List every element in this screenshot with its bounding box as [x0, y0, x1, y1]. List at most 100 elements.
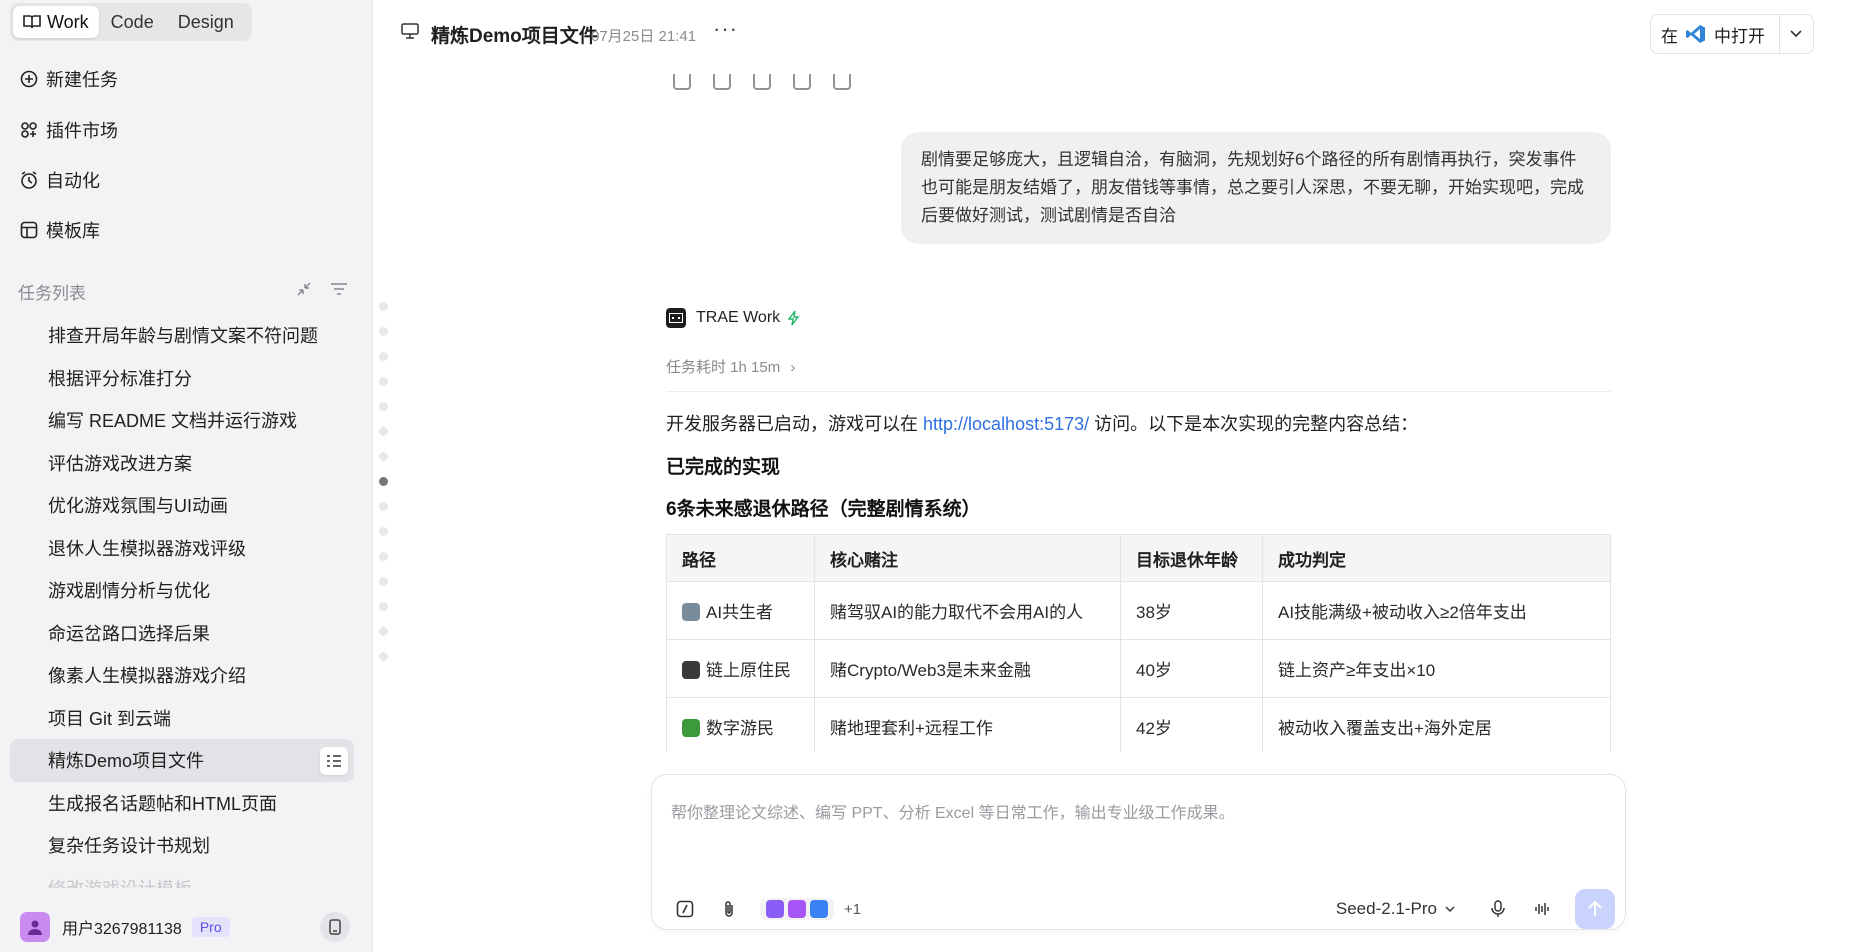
new-task-icon — [18, 68, 40, 90]
timeline-dot[interactable] — [379, 427, 388, 436]
retry-icon[interactable] — [833, 74, 851, 90]
chevron-down-icon[interactable] — [1790, 30, 1802, 38]
pin-icon[interactable] — [713, 74, 731, 90]
task-list-item[interactable]: 命运岔路口选择后果 — [10, 612, 354, 655]
microphone-icon[interactable] — [1485, 896, 1511, 922]
message-toolbar — [673, 74, 851, 90]
task-list: 排查开局年龄与剧情文案不符问题根据评分标准打分编写 README 文档并运行游戏… — [10, 314, 354, 888]
template-icon — [18, 219, 40, 241]
timeline-dot[interactable] — [379, 527, 388, 536]
task-label: 生成报名话题帖和HTML页面 — [48, 793, 277, 814]
summary-prefix: 开发服务器已启动，游戏可以在 — [666, 414, 918, 434]
model-selector[interactable]: Seed-2.1-Pro — [1336, 899, 1455, 919]
user-bar[interactable]: 用户3267981138 Pro — [20, 910, 350, 944]
timeline-dot[interactable] — [379, 602, 388, 611]
task-list-item[interactable]: 生成报名话题帖和HTML页面 — [10, 782, 354, 825]
robot-icon — [682, 603, 700, 621]
task-label: 退休人生模拟器游戏评级 — [48, 538, 246, 559]
task-list-item[interactable]: 游戏剧情分析与优化 — [10, 569, 354, 612]
timeline-dot[interactable] — [379, 477, 388, 486]
timeline-dot[interactable] — [379, 652, 388, 661]
cell-text: 数字游民 — [706, 719, 774, 738]
table-cell: 赌Crypto/Web3是未来金融 — [814, 639, 1121, 698]
task-list-item[interactable]: 评估游戏改进方案 — [10, 442, 354, 485]
task-list-item[interactable]: 项目 Git 到云端 — [10, 697, 354, 740]
heading-paths: 6条未来感退休路径（完整剧情系统） — [666, 499, 981, 520]
table-header: 路径 — [666, 534, 815, 582]
nav-new-task[interactable]: 新建任务 — [18, 61, 118, 97]
plugins-more[interactable]: +1 — [844, 901, 861, 918]
task-list-item[interactable]: 根据评分标准打分 — [10, 357, 354, 400]
nav-plugin-market[interactable]: 插件市场 — [18, 112, 118, 148]
composer[interactable]: 帮你整理论文综述、编写 PPT、分析 Excel 等日常工作，输出专业级工作成果… — [651, 774, 1626, 930]
task-list-item[interactable]: 退休人生模拟器游戏评级 — [10, 527, 354, 570]
timeline-dot[interactable] — [379, 552, 388, 561]
task-list-item[interactable]: 复杂任务设计书规划 — [10, 824, 354, 867]
localhost-link[interactable]: http://localhost:5173/ — [923, 414, 1089, 434]
table-cell: 42岁 — [1120, 697, 1263, 752]
task-list-item[interactable]: 优化游戏氛围与UI动画 — [10, 484, 354, 527]
task-label: 根据评分标准打分 — [48, 368, 192, 389]
collapse-icon[interactable] — [296, 281, 312, 302]
task-label: 修改游戏设计模板 — [48, 875, 192, 888]
composer-input[interactable]: 帮你整理论文综述、编写 PPT、分析 Excel 等日常工作，输出专业级工作成果… — [671, 799, 1235, 823]
table-header: 核心赌注 — [814, 534, 1121, 582]
timeline-dot[interactable] — [379, 377, 388, 386]
filter-icon[interactable] — [330, 281, 348, 301]
nav-label: 自动化 — [46, 171, 100, 191]
nav-templates[interactable]: 模板库 — [18, 212, 100, 248]
timeline-dot[interactable] — [379, 402, 388, 411]
sidebar: Work Code Design 新建任务 插件市场 自动化 模板库 任务列表 — [0, 0, 372, 952]
voice-wave-icon[interactable] — [1529, 896, 1555, 922]
open-in-prefix: 在 — [1661, 26, 1678, 46]
nav-automation[interactable]: 自动化 — [18, 162, 100, 198]
task-list-item[interactable]: 编写 README 文档并运行游戏 — [10, 399, 354, 442]
timeline-dot[interactable] — [379, 452, 388, 461]
edit-icon[interactable] — [753, 74, 771, 90]
table-cell: 被动收入覆盖支出+海外定居 — [1262, 697, 1611, 752]
mode-tab-code[interactable]: Code — [99, 6, 166, 38]
copy-icon[interactable] — [673, 74, 691, 90]
image-plugin-icon — [788, 900, 806, 918]
avatar[interactable] — [20, 912, 50, 942]
plugin-icon — [18, 119, 40, 141]
nav-label: 模板库 — [46, 221, 100, 241]
divider — [666, 391, 1611, 392]
mode-tab-design[interactable]: Design — [166, 6, 246, 38]
timeline-dot[interactable] — [379, 577, 388, 586]
mode-switch: Work Code Design — [10, 3, 252, 41]
task-outline-icon[interactable] — [320, 747, 348, 775]
timeline-dot[interactable] — [379, 627, 388, 636]
slash-command-icon[interactable] — [672, 896, 698, 922]
task-duration[interactable]: 任务耗时 1h 15m › — [666, 356, 795, 377]
table-cell: 38岁 — [1120, 581, 1263, 640]
main-panel: 精炼Demo项目文件 07月25日 21:41 ··· 在 中打开 剧情要足够庞… — [372, 0, 1852, 952]
timeline-dot[interactable] — [379, 302, 388, 311]
more-options-button[interactable]: ··· — [713, 16, 738, 42]
task-list-item[interactable]: 修改游戏设计模板 — [10, 867, 354, 888]
task-label: 精炼Demo项目文件 — [48, 751, 205, 772]
tasks-header: 任务列表 — [18, 276, 348, 306]
share-icon[interactable] — [793, 74, 811, 90]
cell-text: AI共生者 — [706, 603, 774, 622]
palm-tree-icon — [682, 719, 700, 737]
task-list-item[interactable]: 排查开局年龄与剧情文案不符问题 — [10, 314, 354, 357]
table-cell: 赌地理套利+远程工作 — [814, 697, 1121, 752]
timestamp: 07月25日 21:41 — [591, 28, 697, 45]
timeline-dot[interactable] — [379, 502, 388, 511]
chevron-down-icon — [1445, 905, 1455, 913]
task-list-item[interactable]: 像素人生模拟器游戏介绍 — [10, 654, 354, 697]
timeline-dot[interactable] — [379, 327, 388, 336]
open-in-button[interactable]: 在 中打开 — [1650, 14, 1814, 54]
send-button[interactable] — [1575, 889, 1615, 929]
plugins-group[interactable] — [760, 898, 834, 920]
trae-logo-icon — [666, 308, 686, 328]
task-list-item[interactable]: 精炼Demo项目文件 — [10, 739, 354, 782]
timeline-dot[interactable] — [379, 352, 388, 361]
video-plugin-icon — [766, 900, 784, 918]
mobile-icon[interactable] — [320, 912, 350, 942]
table-cell: 赌驾驭AI的能力取代不会用AI的人 — [814, 581, 1121, 640]
bolt-icon — [788, 310, 800, 326]
attach-icon[interactable] — [716, 896, 742, 922]
mode-tab-work[interactable]: Work — [13, 6, 99, 38]
